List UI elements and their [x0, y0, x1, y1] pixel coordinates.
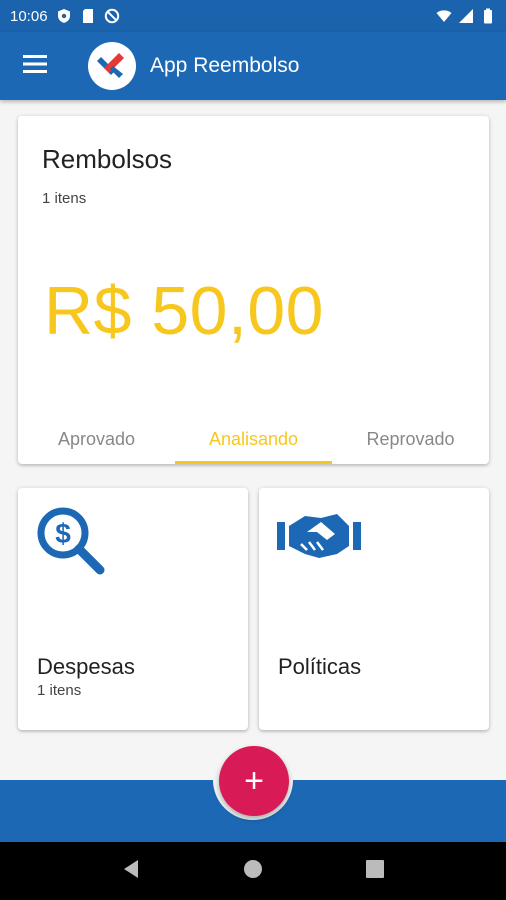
politicas-label: Políticas	[278, 654, 362, 679]
reimbursements-summary-card: Rembolsos 1 itens R$ 50,00 Aprovado Anal…	[18, 116, 489, 464]
politicas-card[interactable]: Políticas	[259, 488, 489, 730]
tab-reprovado[interactable]: Reprovado	[332, 414, 489, 464]
app-title: App Reembolso	[150, 54, 300, 77]
shield-notification-icon	[56, 8, 72, 24]
menu-button[interactable]	[0, 32, 70, 100]
home-button[interactable]	[233, 851, 273, 891]
back-button[interactable]	[111, 851, 151, 891]
battery-icon	[480, 8, 496, 24]
tab-aprovado[interactable]: Aprovado	[18, 414, 175, 464]
recents-button[interactable]	[355, 851, 395, 891]
despesas-count: 1 itens	[37, 682, 82, 699]
signal-icon	[458, 8, 474, 24]
hamburger-menu-icon	[23, 54, 47, 78]
wifi-icon	[436, 8, 452, 24]
status-tabs: Aprovado Analisando Reprovado	[18, 414, 489, 464]
back-triangle-icon	[122, 859, 140, 884]
svg-text:$: $	[55, 518, 71, 549]
dollar-search-icon: $	[36, 506, 126, 585]
status-bar: 10:06	[0, 0, 506, 32]
recents-square-icon	[366, 859, 384, 883]
status-time: 10:06	[10, 7, 48, 25]
app-logo	[88, 42, 136, 90]
despesas-card[interactable]: $ Despesas 1 itens	[18, 488, 248, 730]
summary-count: 1 itens	[42, 190, 87, 207]
summary-amount: R$ 50,00	[44, 273, 324, 349]
handshake-icon	[277, 506, 367, 571]
summary-title: Rembolsos	[42, 144, 173, 174]
home-circle-icon	[243, 859, 263, 884]
app-bar: App Reembolso	[0, 32, 506, 100]
add-reimbursement-button[interactable]: +	[219, 746, 289, 816]
plus-icon: +	[244, 761, 264, 800]
sd-card-icon	[80, 8, 96, 24]
despesas-label: Despesas	[37, 654, 135, 679]
tab-analisando[interactable]: Analisando	[175, 414, 332, 464]
system-navigation-bar	[0, 842, 506, 900]
do-not-disturb-icon	[104, 8, 120, 24]
